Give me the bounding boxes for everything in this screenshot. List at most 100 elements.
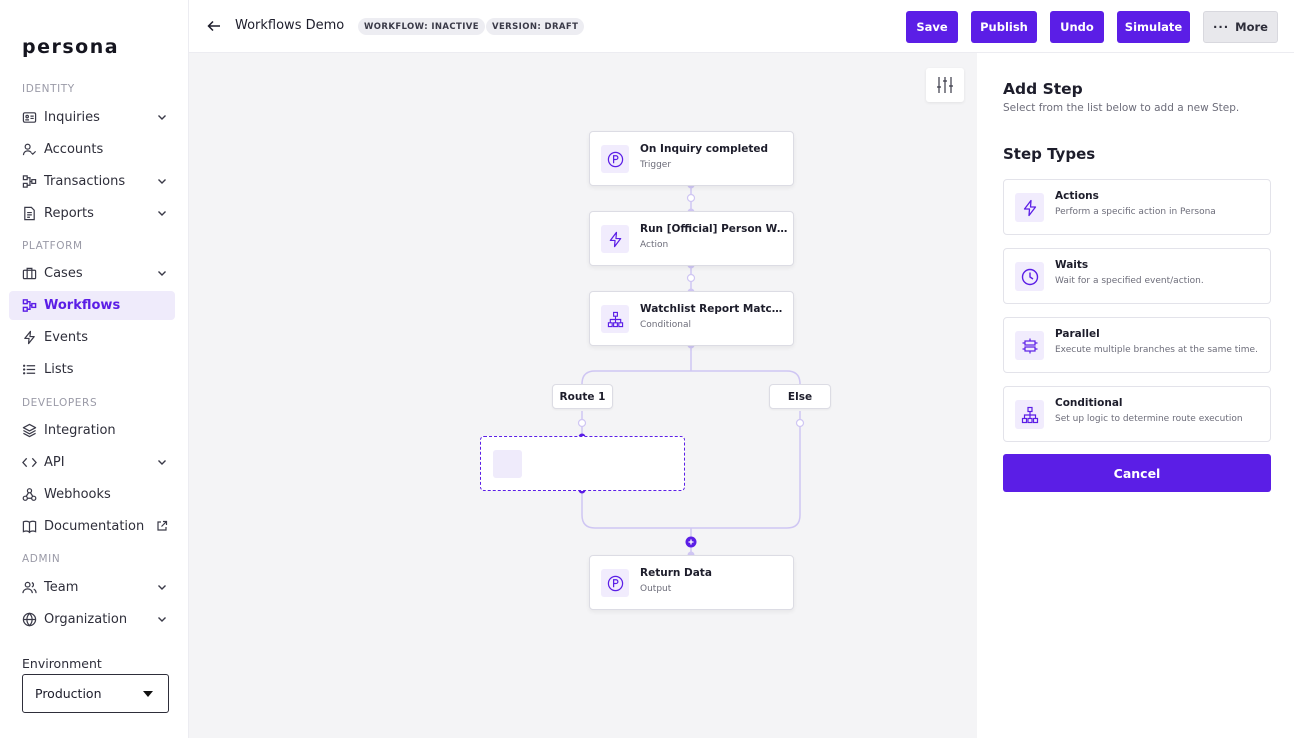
sidebar-item-label: Organization [44,612,128,627]
conditional-node[interactable]: Watchlist Report Match, Route Conditiona… [589,291,794,346]
list-icon [22,362,37,377]
sidebar-item-label: Reports [44,206,94,221]
sidebar-item-label: Inquiries [44,110,100,125]
route-1-label[interactable]: Route 1 [552,384,613,409]
version-badge: VERSION: DRAFT [486,18,585,35]
code-icon [22,455,37,470]
node-title: Return Data [640,567,712,579]
sidebar-item-webhooks[interactable]: Webhooks [9,480,175,509]
filter-settings-button[interactable] [926,68,964,102]
clock-icon [1015,262,1044,291]
output-node[interactable]: Return Data Output [589,555,794,610]
simulate-button[interactable]: Simulate [1117,11,1190,43]
section-label-admin: ADMIN [22,553,61,565]
persona-p-icon [601,145,629,173]
node-title: Watchlist Report Match, Route [640,303,788,315]
step-description: Wait for a specified event/action. [1055,276,1204,286]
section-label-platform: PLATFORM [22,240,83,252]
step-type-waits[interactable]: Waits Wait for a specified event/action. [1003,248,1271,304]
chevron-down-icon[interactable] [156,456,168,468]
team-icon [22,580,37,595]
book-icon [22,519,37,534]
sidebar-item-label: Events [44,330,89,345]
chevron-down-icon[interactable] [156,613,168,625]
sidebar-item-integration[interactable]: Integration [9,416,175,445]
sidebar-item-label: Cases [44,266,83,281]
chevron-down-icon[interactable] [156,267,168,279]
sidebar-item-events[interactable]: Events [9,323,175,352]
sidebar-item-label: Webhooks [44,487,111,502]
sidebar-item-transactions[interactable]: Transactions [9,167,175,196]
node-title: Run [Official] Person Watchlist [640,223,788,235]
environment-value: Production [35,686,102,701]
trigger-node[interactable]: On Inquiry completed Trigger [589,131,794,186]
placeholder-icon [493,450,522,478]
step-type-parallel[interactable]: Parallel Execute multiple branches at th… [1003,317,1271,373]
briefcase-icon [22,266,37,281]
transactions-icon [22,174,37,189]
sidebar-item-cases[interactable]: Cases [9,259,175,288]
more-button[interactable]: ··· More [1203,11,1278,43]
sidebar-item-label: Workflows [44,298,121,313]
parallel-icon [1015,331,1044,360]
undo-button[interactable]: Undo [1050,11,1104,43]
sidebar-item-label: Transactions [44,174,126,189]
add-step-panel: Add Step Select from the list below to a… [977,53,1294,738]
lightning-icon [22,330,37,345]
save-button[interactable]: Save [906,11,958,43]
top-bar: Workflows Demo WORKFLOW: INACTIVE VERSIO… [189,0,1294,53]
lightning-icon [1015,193,1044,222]
chevron-down-icon[interactable] [156,581,168,593]
step-title: Conditional [1055,397,1123,409]
branch-icon [1015,400,1044,429]
step-title: Parallel [1055,328,1100,340]
document-icon [22,206,37,221]
action-node[interactable]: Run [Official] Person Watchlist Action [589,211,794,266]
publish-button[interactable]: Publish [971,11,1037,43]
environment-label: Environment [22,656,102,671]
sidebar-item-api[interactable]: API [9,448,175,477]
sidebar-item-lists[interactable]: Lists [9,355,175,384]
step-description: Set up logic to determine route executio… [1055,414,1243,424]
step-description: Perform a specific action in Persona [1055,207,1216,217]
persona-logo[interactable]: persona [22,36,119,58]
chevron-down-icon[interactable] [156,207,168,219]
sidebar-item-inquiries[interactable]: Inquiries [9,103,175,132]
else-label[interactable]: Else [769,384,831,409]
cancel-button[interactable]: Cancel [1003,454,1271,492]
sidebar-item-documentation[interactable]: Documentation [9,512,175,541]
placeholder-node[interactable] [480,436,685,491]
persona-p-icon [601,569,629,597]
step-type-actions[interactable]: Actions Perform a specific action in Per… [1003,179,1271,235]
external-link-icon[interactable] [156,520,168,532]
node-subtitle: Action [640,240,669,250]
node-subtitle: Conditional [640,320,691,330]
node-subtitle: Trigger [640,160,672,170]
environment-select[interactable]: Production [22,674,169,713]
sidebar-item-organization[interactable]: Organization [9,605,175,634]
sidebar-item-team[interactable]: Team [9,573,175,602]
sidebar-item-accounts[interactable]: Accounts [9,135,175,164]
node-subtitle: Output [640,584,672,594]
lightning-icon [601,225,629,253]
step-description: Execute multiple branches at the same ti… [1055,345,1258,355]
sidebar-item-label: Integration [44,423,116,438]
globe-icon [22,612,37,627]
ellipsis-icon: ··· [1213,20,1230,34]
layers-icon [22,423,37,438]
more-label: More [1235,20,1268,34]
workflow-canvas[interactable]: On Inquiry completed Trigger Run [Offici… [189,53,977,738]
chevron-down-icon[interactable] [156,111,168,123]
branch-icon [601,305,629,333]
panel-subtitle: Select from the list below to add a new … [1003,102,1240,114]
id-card-icon [22,110,37,125]
step-type-conditional[interactable]: Conditional Set up logic to determine ro… [1003,386,1271,442]
webhook-icon [22,487,37,502]
sidebar-item-label: API [44,455,65,470]
sidebar-item-reports[interactable]: Reports [9,199,175,228]
chevron-down-icon[interactable] [156,175,168,187]
sidebar-item-workflows[interactable]: Workflows [9,291,175,320]
step-title: Actions [1055,190,1099,202]
sliders-icon [937,77,953,93]
back-arrow-icon[interactable] [207,19,221,33]
